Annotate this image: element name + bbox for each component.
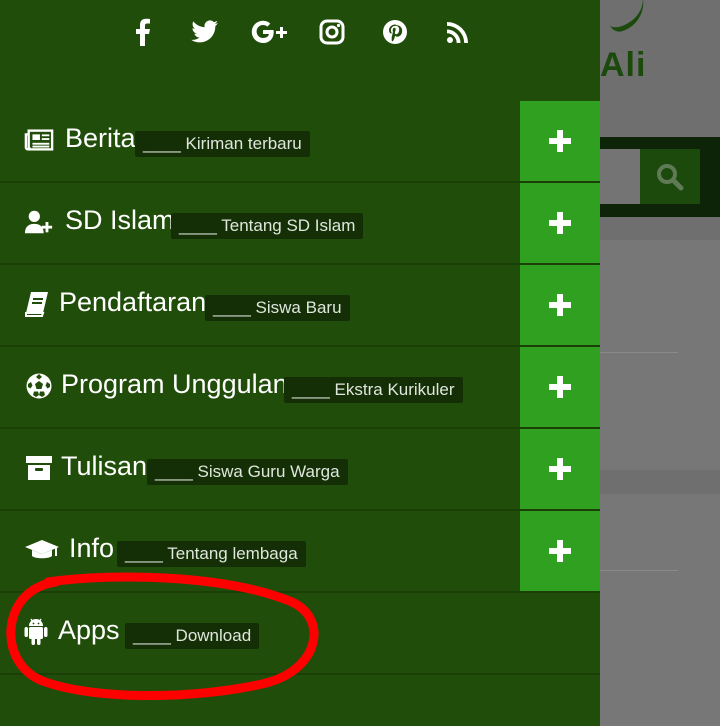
background-search-button[interactable]	[640, 149, 700, 204]
graduation-cap-icon	[24, 535, 60, 565]
menu-link-sd-islam[interactable]: SD Islam ____ Tentang SD Islam	[0, 183, 520, 263]
menu-item-info: Info ____ Tentang lembaga	[0, 511, 600, 593]
plus-icon	[549, 212, 571, 234]
site-logo-text: Ali	[600, 46, 647, 84]
menu-link-info[interactable]: Info ____ Tentang lembaga	[0, 511, 520, 591]
menu-item-tag: ____ Tentang SD Islam	[171, 213, 364, 239]
background-card	[600, 494, 720, 726]
instagram-icon[interactable]	[316, 16, 348, 48]
expand-button-tulisan[interactable]	[520, 429, 600, 509]
menu-link-pendaftaran[interactable]: Pendaftaran ____ Siswa Baru	[0, 265, 520, 345]
expand-button-info[interactable]	[520, 511, 600, 591]
menu-item-program-unggulan: Program Unggulan ____ Ekstra Kurikuler	[0, 347, 600, 429]
expand-button-program-unggulan[interactable]	[520, 347, 600, 427]
plus-icon	[549, 458, 571, 480]
background-search-input[interactable]	[600, 149, 640, 204]
android-icon	[24, 617, 48, 647]
menu-item-tulisan: Tulisan ____ Siswa Guru Warga	[0, 429, 600, 511]
archive-icon	[24, 453, 54, 483]
plus-icon	[549, 294, 571, 316]
user-plus-icon	[24, 207, 54, 237]
expand-button-sd-islam[interactable]	[520, 183, 600, 263]
pinterest-icon[interactable]	[379, 16, 411, 48]
twitter-icon[interactable]	[189, 16, 221, 48]
menu-item-tag: ____ Download	[125, 623, 260, 649]
background-divider	[600, 570, 678, 571]
menu-item-apps: Apps ____ Download	[0, 593, 600, 675]
nav-drawer: Berita ____ Kiriman terbaru SD Islam ___…	[0, 0, 600, 726]
menu-item-sd-islam: SD Islam ____ Tentang SD Islam	[0, 183, 600, 265]
menu-item-tag: ____ Kiriman terbaru	[135, 131, 310, 157]
menu-item-tag: ____ Siswa Guru Warga	[147, 459, 348, 485]
menu-item-berita: Berita ____ Kiriman terbaru	[0, 101, 600, 183]
menu-item-title: Berita	[65, 123, 136, 153]
menu-link-tulisan[interactable]: Tulisan ____ Siswa Guru Warga	[0, 429, 520, 509]
menu-item-title: Info	[69, 533, 115, 563]
menu-item-tag: ____ Siswa Baru	[205, 295, 350, 321]
expand-button-pendaftaran[interactable]	[520, 265, 600, 345]
facebook-icon[interactable]	[126, 16, 158, 48]
menu-link-apps[interactable]: Apps ____ Download	[0, 593, 520, 673]
menu-item-title: SD Islam	[65, 205, 175, 235]
rss-icon[interactable]	[442, 16, 474, 48]
menu-link-berita[interactable]: Berita ____ Kiriman terbaru	[0, 101, 520, 181]
background-card	[600, 240, 720, 470]
soccer-ball-icon	[24, 371, 54, 401]
expand-button-berita[interactable]	[520, 101, 600, 181]
menu-item-tag: ____ Tentang lembaga	[117, 541, 306, 567]
menu-item-title: Program Unggulan	[61, 369, 288, 399]
search-icon	[657, 163, 684, 190]
google-plus-icon[interactable]	[250, 16, 290, 48]
book-icon	[24, 289, 50, 319]
menu-item-title: Apps	[58, 615, 120, 645]
menu-item-title: Pendaftaran	[59, 287, 207, 317]
menu-link-program-unggulan[interactable]: Program Unggulan ____ Ekstra Kurikuler	[0, 347, 520, 427]
menu-item-title: Tulisan	[61, 451, 148, 481]
newspaper-icon	[24, 125, 54, 155]
background-divider	[600, 352, 678, 353]
plus-icon	[549, 540, 571, 562]
menu-item-tag: ____ Ekstra Kurikuler	[284, 377, 463, 403]
social-links-bar	[0, 0, 600, 100]
plus-icon	[549, 376, 571, 398]
menu-item-pendaftaran: Pendaftaran ____ Siswa Baru	[0, 265, 600, 347]
plus-icon	[549, 130, 571, 152]
